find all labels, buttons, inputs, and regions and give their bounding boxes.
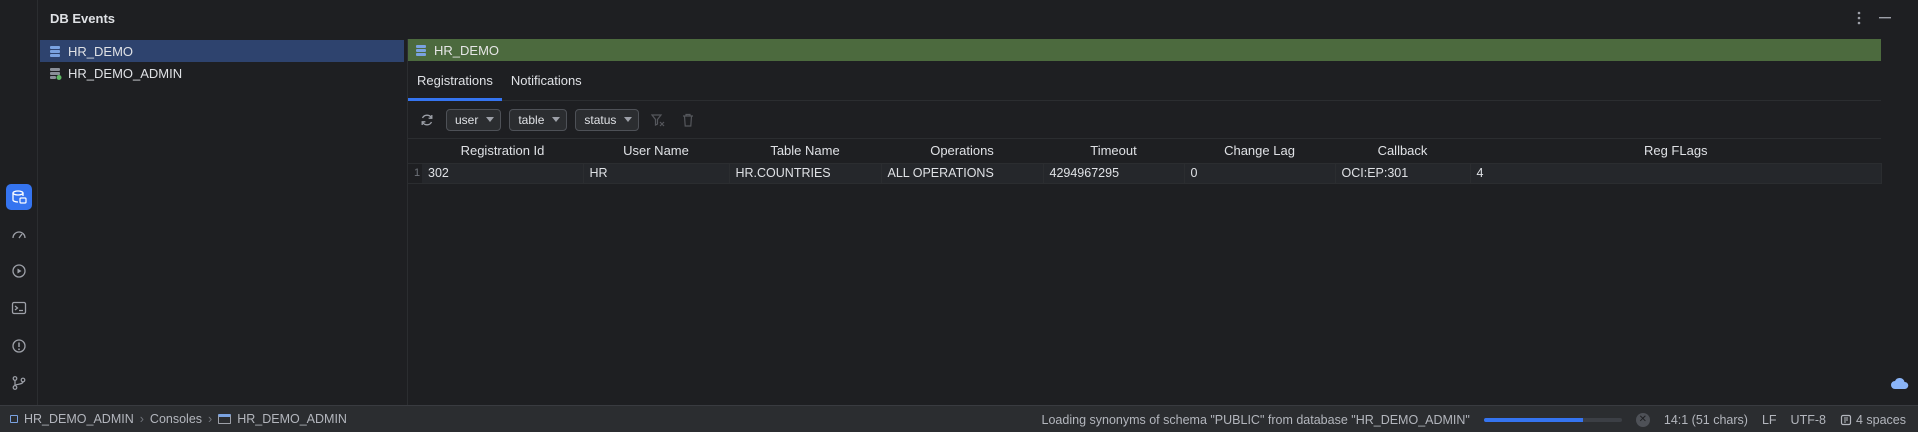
terminal-icon[interactable] bbox=[6, 295, 32, 321]
column-header-rownum bbox=[408, 139, 422, 164]
breadcrumb-item[interactable]: HR_DEMO_ADMIN bbox=[237, 412, 347, 426]
progress-fill bbox=[1483, 417, 1584, 422]
status-right-group: Loading synonyms of schema "PUBLIC" from… bbox=[1042, 406, 1918, 432]
tool-window-strip bbox=[0, 0, 38, 405]
table-cell[interactable]: OCI:EP:301 bbox=[1335, 163, 1471, 184]
table-cell[interactable]: 0 bbox=[1184, 163, 1336, 184]
services-icon[interactable] bbox=[6, 258, 32, 284]
indent-setting: 4 spaces bbox=[1855, 412, 1906, 427]
chevron-right-icon: › bbox=[208, 412, 213, 426]
panel-title-bar: HR_DEMO bbox=[408, 39, 1881, 61]
column-header[interactable]: Table Name bbox=[729, 139, 881, 164]
chevron-down-icon bbox=[552, 117, 561, 122]
chevron-down-icon bbox=[486, 117, 495, 122]
user-filter-dropdown[interactable]: user bbox=[446, 108, 502, 131]
column-header[interactable]: User Name bbox=[583, 139, 729, 164]
git-icon[interactable] bbox=[6, 370, 32, 396]
table-cell[interactable]: HR bbox=[583, 163, 730, 184]
table-filter-dropdown[interactable]: table bbox=[509, 108, 568, 131]
table-cell[interactable]: 302 bbox=[422, 163, 584, 184]
tool-window-header: DB Events bbox=[38, 0, 1918, 36]
tree-item-hr-demo[interactable]: HR_DEMO bbox=[40, 40, 404, 62]
panel-title: HR_DEMO bbox=[434, 42, 500, 58]
console-file-icon bbox=[218, 414, 232, 424]
status-filter-label: status bbox=[584, 112, 617, 127]
breadcrumb-item[interactable]: HR_DEMO_ADMIN bbox=[24, 412, 134, 426]
more-options-icon[interactable] bbox=[1850, 9, 1868, 27]
user-filter-label: user bbox=[455, 112, 479, 127]
column-header[interactable]: Operations bbox=[881, 139, 1043, 164]
chevron-right-icon: › bbox=[139, 412, 144, 426]
breadcrumb-item[interactable]: Consoles bbox=[150, 412, 202, 426]
clear-filter-icon[interactable] bbox=[647, 109, 669, 131]
breadcrumb: HR_DEMO_ADMIN › Consoles › HR_DEMO_ADMIN bbox=[0, 412, 347, 426]
column-header[interactable]: Registration Id bbox=[422, 139, 583, 164]
console-icon bbox=[10, 415, 18, 423]
table-cell[interactable]: HR.COUNTRIES bbox=[729, 163, 882, 184]
background-task-message[interactable]: Loading synonyms of schema "PUBLIC" from… bbox=[1042, 413, 1470, 427]
table-filter-label: table bbox=[518, 112, 545, 127]
line-ending[interactable]: LF bbox=[1762, 413, 1777, 427]
tree-item-label: HR_DEMO_ADMIN bbox=[68, 65, 183, 81]
events-panel: HR_DEMO Registrations Notifications user… bbox=[407, 39, 1882, 405]
indent-widget[interactable]: 4 spaces bbox=[1840, 413, 1906, 427]
tool-window-title: DB Events bbox=[50, 10, 116, 26]
minimize-icon[interactable] bbox=[1876, 9, 1894, 27]
column-header[interactable]: Reg FLags bbox=[1470, 139, 1882, 164]
chevron-down-icon bbox=[624, 117, 633, 122]
db-events-icon[interactable] bbox=[6, 184, 32, 210]
database-icon bbox=[50, 46, 60, 57]
problems-icon[interactable] bbox=[6, 333, 32, 359]
column-header[interactable]: Change Lag bbox=[1184, 139, 1335, 164]
table-header-row: Registration Id User Name Table Name Ope… bbox=[408, 139, 1882, 164]
database-icon bbox=[416, 45, 426, 56]
cancel-task-icon[interactable]: ✕ bbox=[1635, 412, 1650, 427]
row-number: 1 bbox=[408, 163, 422, 184]
tree-item-label: HR_DEMO bbox=[68, 43, 134, 59]
filter-toolbar: user table status bbox=[408, 101, 1881, 139]
delete-icon[interactable] bbox=[677, 109, 699, 131]
status-filter-dropdown[interactable]: status bbox=[575, 108, 640, 131]
background-task-progress bbox=[1483, 417, 1622, 422]
refresh-icon[interactable] bbox=[416, 109, 438, 131]
tab-registrations[interactable]: Registrations bbox=[408, 60, 502, 101]
database-connected-icon bbox=[50, 68, 62, 80]
tree-item-hr-demo-admin[interactable]: HR_DEMO_ADMIN bbox=[40, 62, 404, 84]
status-bar: HR_DEMO_ADMIN › Consoles › HR_DEMO_ADMIN… bbox=[0, 405, 1918, 432]
file-encoding[interactable]: UTF-8 bbox=[1791, 413, 1826, 427]
speedometer-icon[interactable] bbox=[6, 221, 32, 247]
table-row[interactable]: 1 302 HR HR.COUNTRIES ALL OPERATIONS 429… bbox=[408, 163, 1882, 184]
tab-notifications[interactable]: Notifications bbox=[502, 60, 591, 100]
table-cell[interactable]: 4 bbox=[1470, 163, 1882, 184]
indent-icon bbox=[1840, 414, 1852, 425]
caret-position[interactable]: 14:1 (51 chars) bbox=[1664, 413, 1748, 427]
column-header[interactable]: Callback bbox=[1335, 139, 1470, 164]
column-header[interactable]: Timeout bbox=[1043, 139, 1184, 164]
cloud-icon[interactable] bbox=[1890, 376, 1910, 393]
connections-tree: HR_DEMO HR_DEMO_ADMIN bbox=[40, 40, 404, 405]
table-cell[interactable]: 4294967295 bbox=[1043, 163, 1185, 184]
table-cell[interactable]: ALL OPERATIONS bbox=[881, 163, 1044, 184]
registrations-table: Registration Id User Name Table Name Ope… bbox=[408, 139, 1882, 184]
tab-bar: Registrations Notifications bbox=[408, 61, 1881, 101]
